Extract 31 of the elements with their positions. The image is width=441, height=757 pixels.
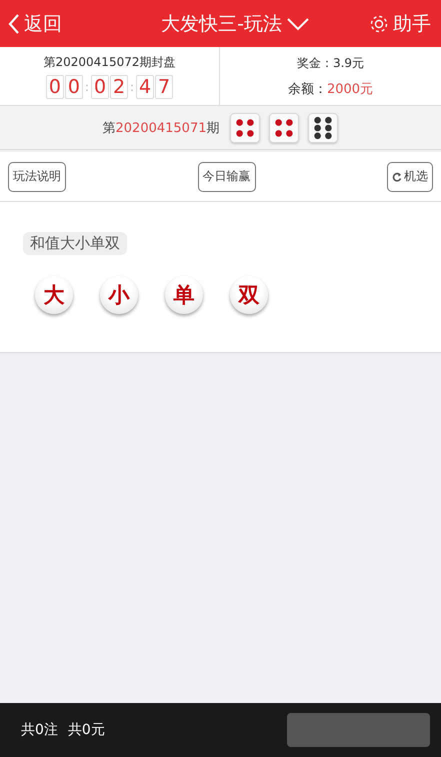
prize-text: 奖金：3.9元 [296,54,364,72]
balance-label: 余额： [288,82,327,96]
bet-count: 共0注 [21,721,58,739]
title-dropdown[interactable]: 大发快三-玩法 [121,10,310,36]
tool-button[interactable]: 今日输赢 [198,162,256,192]
countdown-separator: : [84,80,90,94]
refresh-icon [392,172,402,182]
chevron-down-icon [286,16,310,30]
countdown-digit: 4 [136,74,154,98]
bet-ball[interactable]: 小 [100,276,138,314]
bet-ball[interactable]: 双 [230,276,268,314]
tool-button[interactable]: 机选 [387,162,433,192]
assistant-button[interactable]: 助手 [368,10,431,36]
bet-amount: 共0元 [68,721,105,739]
tool-button[interactable]: 玩法说明 [8,162,66,192]
countdown-digit: 0 [91,74,109,98]
balance-value: 2000元 [326,82,374,96]
countdown-digit: 2 [110,74,128,98]
chevron-left-icon [8,12,20,34]
back-button[interactable]: 返回 [8,10,62,36]
countdown-digit: 0 [46,74,64,98]
settings-icon [368,14,389,34]
section-title: 和值大小单双 [23,232,127,255]
period-label: 第20200415072期封盘 [44,54,176,70]
footer-button[interactable] [287,713,430,747]
countdown-digit: 7 [155,74,174,98]
last-draw-period: 第20200415071期 [102,120,220,136]
countdown-digit: 0 [64,74,83,98]
bet-ball[interactable]: 大 [35,276,73,314]
bet-ball[interactable]: 单 [165,276,203,314]
countdown-separator: : [129,80,136,94]
